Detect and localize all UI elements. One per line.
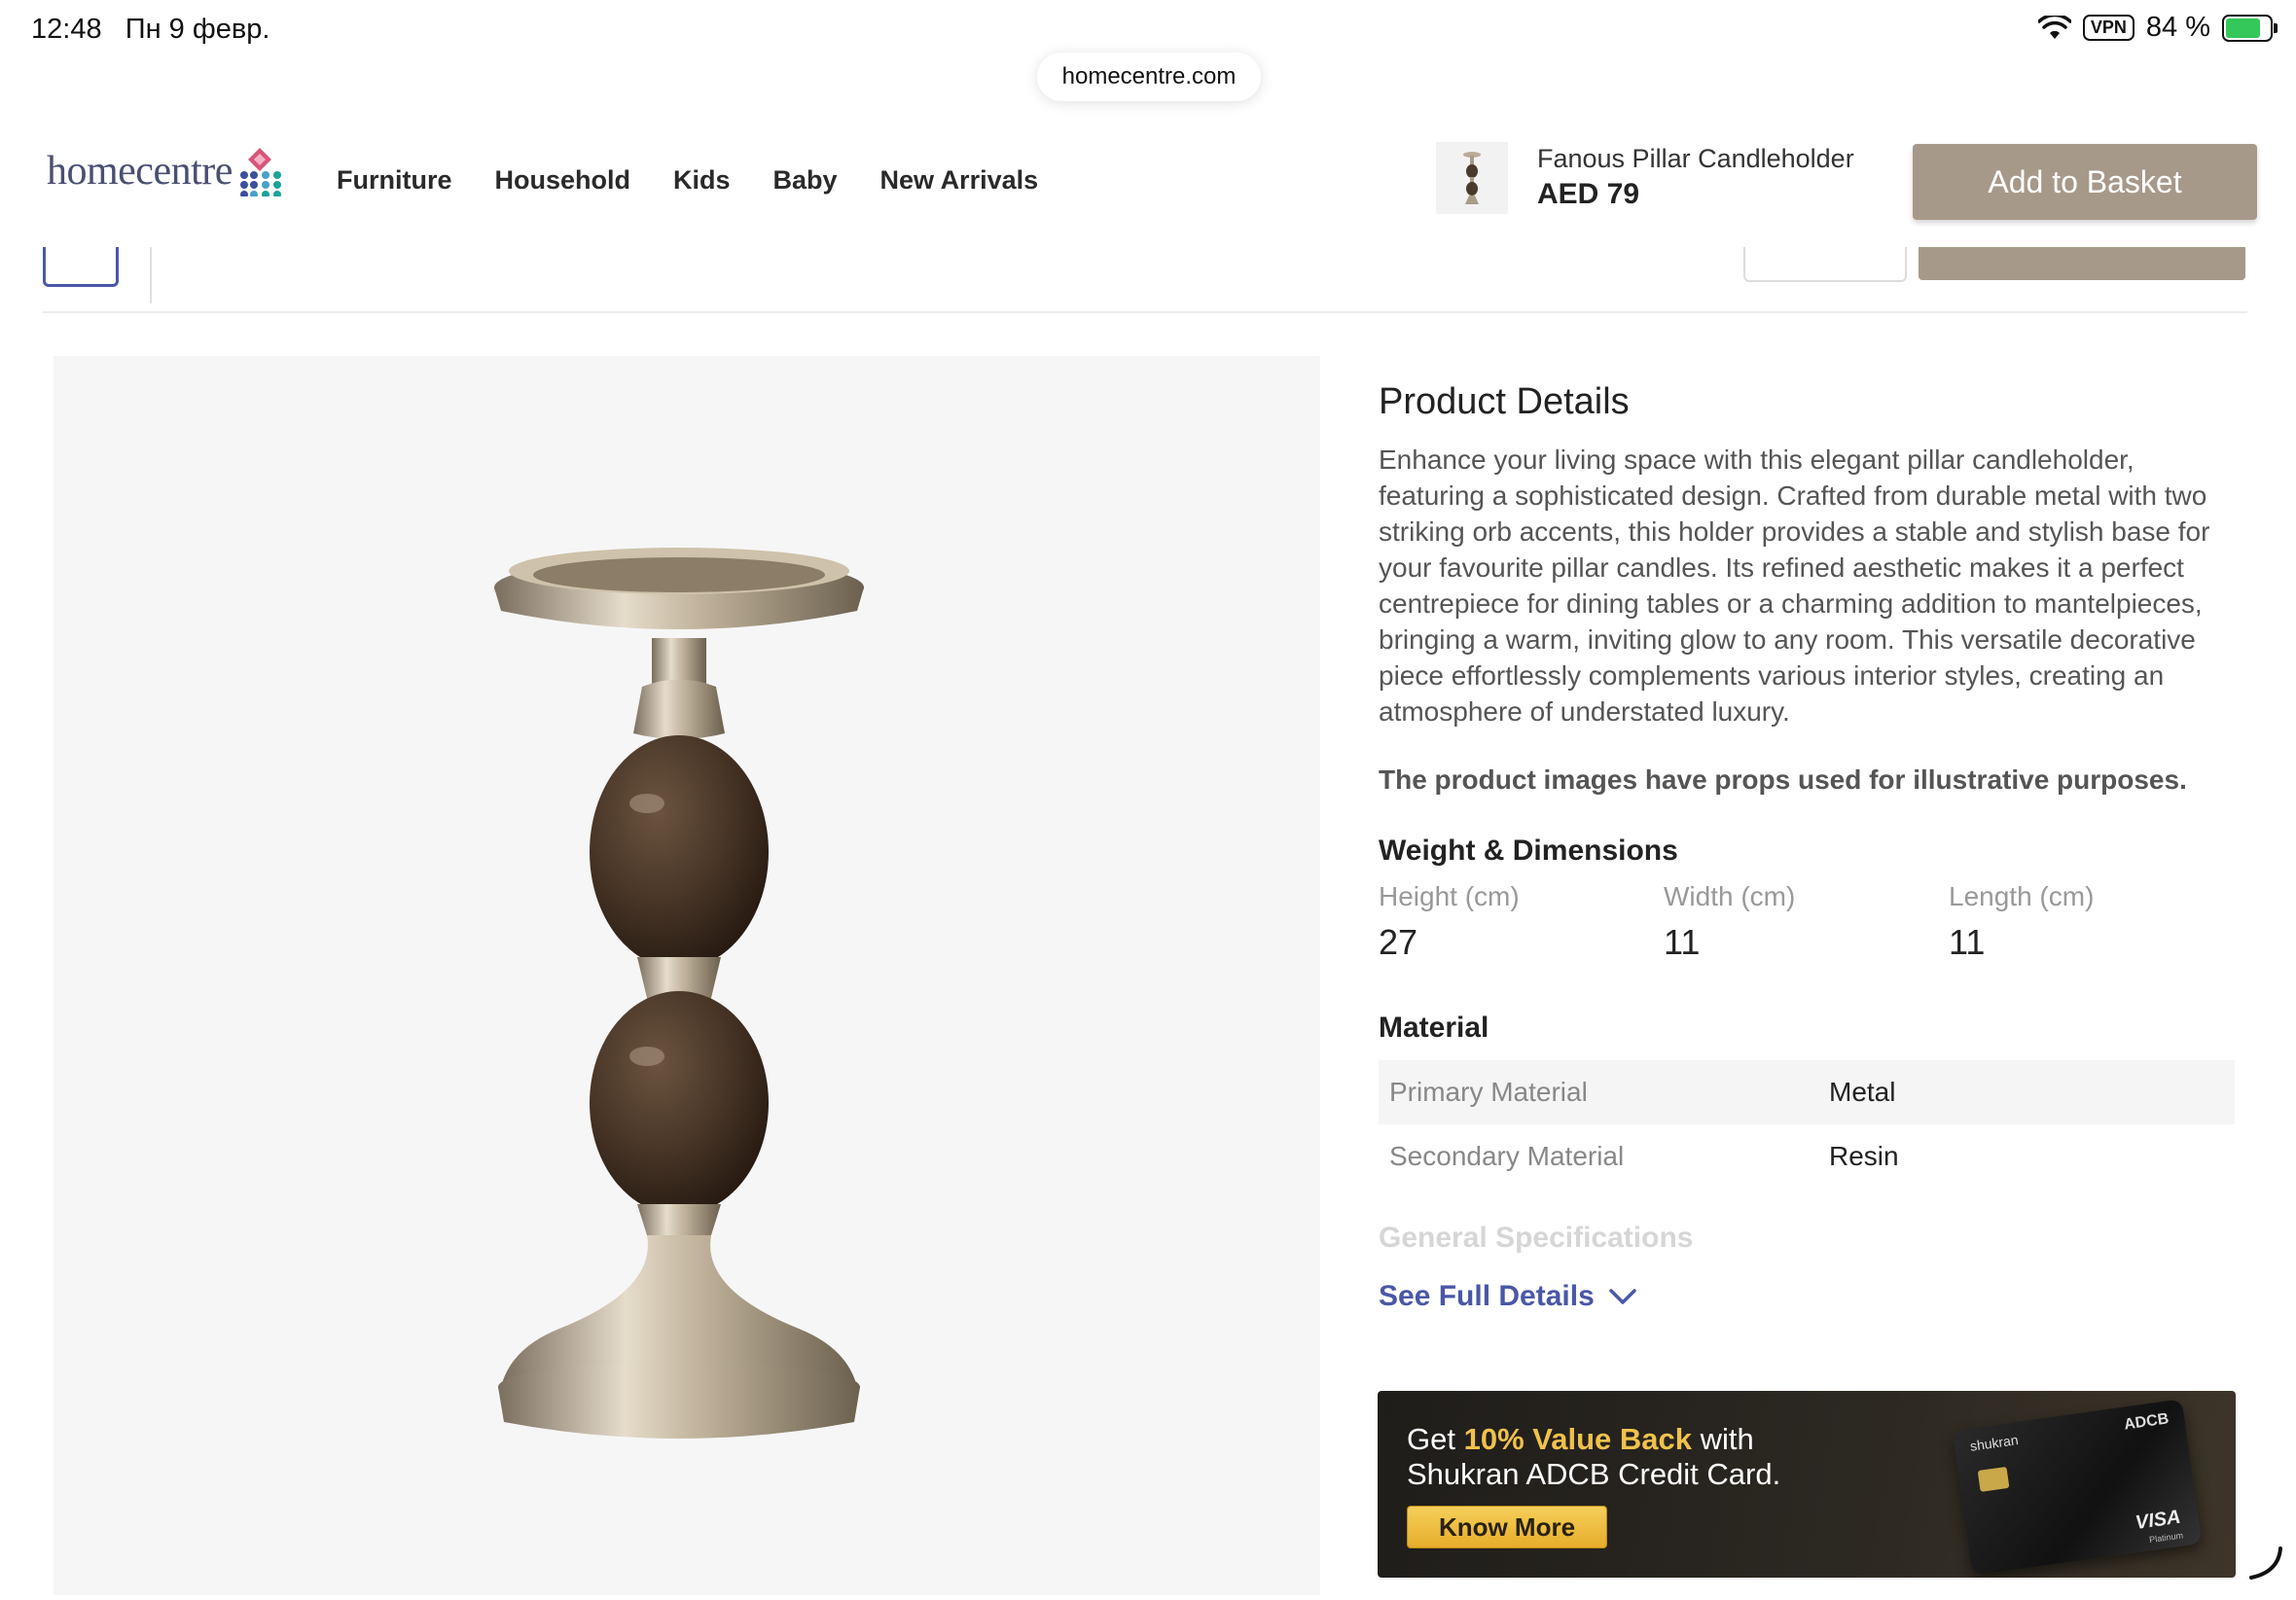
battery-fill	[2226, 18, 2260, 38]
add-to-basket-button-inline[interactable]	[1919, 247, 2245, 280]
dimension-value: 27	[1379, 922, 1418, 962]
dimension-height: Height (cm) 27	[1379, 881, 1661, 963]
dimension-label: Width (cm)	[1664, 881, 1796, 911]
dimension-value: 11	[1664, 922, 1701, 962]
material-value: Resin	[1829, 1141, 1899, 1171]
selected-thumbnail[interactable]	[43, 247, 119, 287]
material-value: Metal	[1829, 1077, 1896, 1107]
logo-mark-icon	[239, 148, 281, 196]
dimension-label: Height (cm)	[1379, 881, 1520, 911]
card-bank: ADCB	[2123, 1410, 2170, 1434]
sticky-product-name: Fanous Pillar Candleholder	[1537, 144, 1854, 173]
loading-spinner-icon	[2249, 1547, 2282, 1580]
banner-highlight: 10% Value Back	[1463, 1422, 1692, 1456]
battery-percent: 84 %	[2145, 12, 2210, 43]
divider	[150, 247, 152, 303]
nav-kids[interactable]: Kids	[673, 165, 731, 196]
material-row-primary: Primary Material Metal	[1379, 1060, 2235, 1124]
battery-icon	[2222, 14, 2278, 42]
url-bar[interactable]: homecentre.com	[1037, 53, 1261, 101]
credit-card-image: shukran ADCB VISA Platinum	[1952, 1399, 2203, 1576]
dimension-length: Length (cm) 11	[1949, 881, 2231, 963]
chevron-down-icon	[1609, 1289, 1636, 1304]
vpn-badge: VPN	[2082, 15, 2135, 41]
nav-new-arrivals[interactable]: New Arrivals	[880, 165, 1039, 196]
material-row-secondary: Secondary Material Resin	[1379, 1124, 2235, 1189]
section-divider	[43, 311, 2247, 313]
status-time: 12:48	[31, 14, 102, 45]
nav-baby[interactable]: Baby	[773, 165, 838, 196]
general-specifications-title: General Specifications	[1379, 1222, 1694, 1254]
status-time-date: 12:48 Пн 9 февр.	[31, 14, 269, 46]
know-more-button[interactable]: Know More	[1407, 1506, 1607, 1548]
material-title: Material	[1379, 1012, 1489, 1044]
dimension-value: 11	[1949, 922, 1986, 962]
product-image[interactable]	[54, 356, 1320, 1595]
status-icons: VPN 84 %	[2037, 12, 2278, 44]
material-key: Secondary Material	[1389, 1141, 1625, 1171]
quantity-selector[interactable]	[1743, 247, 1907, 282]
dimension-label: Length (cm)	[1949, 881, 2095, 911]
dimension-width: Width (cm) 11	[1664, 881, 1946, 963]
product-details-title: Product Details	[1379, 381, 1630, 422]
nav-furniture[interactable]: Furniture	[337, 165, 452, 196]
sticky-product-price: AED 79	[1537, 178, 1640, 210]
banner-headline: Get 10% Value Back with	[1407, 1422, 1754, 1456]
see-full-details-link[interactable]: See Full Details	[1379, 1280, 1637, 1313]
see-full-details-label: See Full Details	[1379, 1280, 1595, 1312]
logo[interactable]: homecentre	[47, 146, 289, 196]
product-images-note: The product images have props used for i…	[1379, 764, 2187, 795]
main-nav: Furniture Household Kids Baby New Arriva…	[337, 165, 1038, 196]
product-description: Enhance your living space with this eleg…	[1379, 444, 2210, 727]
sticky-product-thumbnail	[1436, 142, 1508, 214]
wifi-icon	[2037, 15, 2071, 39]
nav-household[interactable]: Household	[495, 165, 631, 196]
card-chip-icon	[1977, 1466, 2010, 1492]
add-to-basket-button[interactable]: Add to Basket	[1913, 144, 2257, 220]
card-brand: shukran	[1968, 1432, 2020, 1454]
card-tier: Platinum	[2148, 1530, 2184, 1546]
banner-subline: Shukran ADCB Credit Card.	[1407, 1457, 1781, 1491]
material-key: Primary Material	[1389, 1077, 1588, 1107]
logo-text: homecentre	[47, 149, 233, 194]
weight-dimensions-title: Weight & Dimensions	[1379, 835, 1678, 867]
status-date: Пн 9 февр.	[125, 14, 270, 45]
shukran-promo-banner[interactable]: Get 10% Value Back with Shukran ADCB Cre…	[1378, 1391, 2236, 1578]
